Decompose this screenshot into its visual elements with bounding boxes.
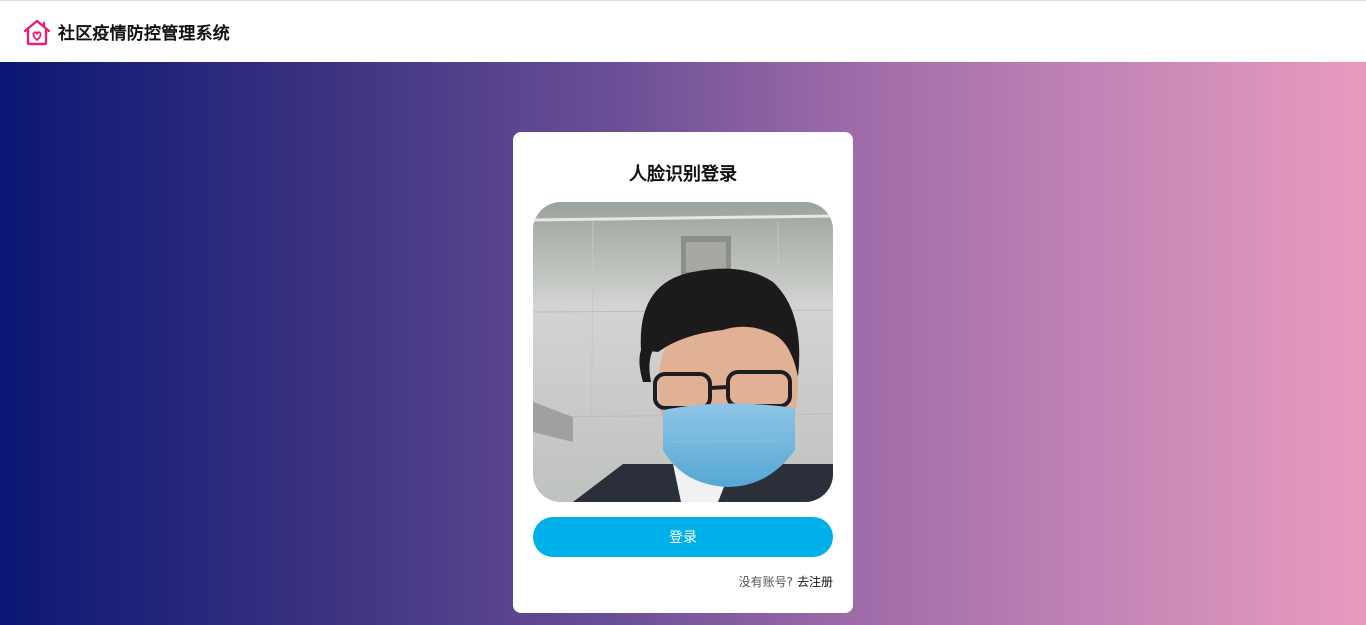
register-row: 没有账号? 去注册 [739,573,833,590]
no-account-text: 没有账号? [738,575,793,589]
house-heart-icon [22,17,52,47]
register-link[interactable]: 去注册 [797,575,833,589]
webcam-image [533,202,833,502]
camera-preview [533,202,833,502]
app-title: 社区疫情防控管理系统 [58,24,230,44]
card-title: 人脸识别登录 [629,164,737,185]
top-bar: 社区疫情防控管理系统 [0,0,1366,62]
login-button[interactable]: 登录 [533,517,833,557]
login-card: 人脸识别登录 登录 没有账号? 去注册 [513,132,853,613]
